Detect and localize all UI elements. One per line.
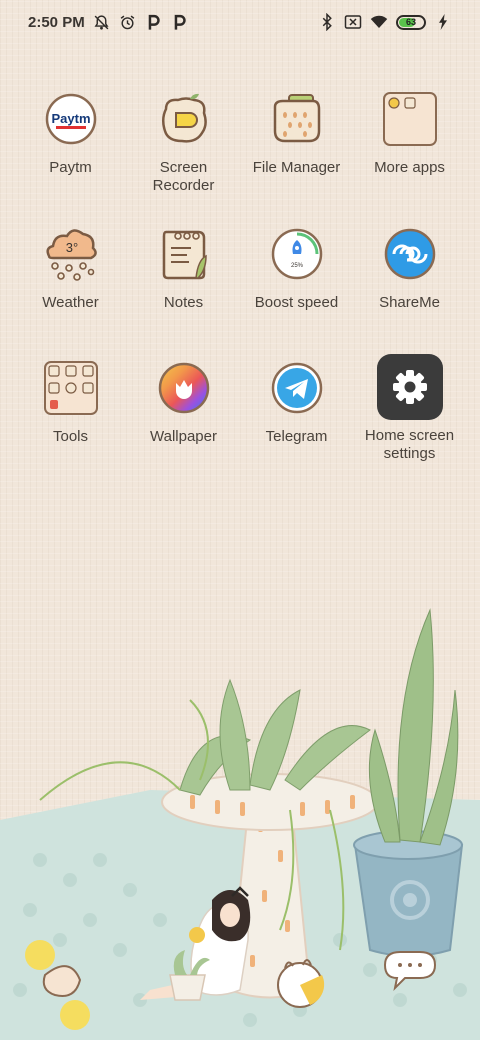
app-label: File Manager [252,159,341,176]
app-weather[interactable]: 3° Weather [14,224,127,312]
app-label: Wallpaper [150,428,217,445]
paytm-notification-icon [145,13,163,31]
app-telegram[interactable]: Telegram [240,358,353,446]
app-label: Tools [52,428,89,445]
battery-level: 63 [405,17,416,27]
status-time: 2:50 PM [28,13,85,31]
boost-speed-icon: 25% [267,224,327,284]
tools-folder-icon [41,358,101,418]
screen-recorder-icon [154,89,214,149]
app-label: Boost speed [254,294,339,311]
app-notes[interactable]: Notes [127,224,240,312]
wallpaper-icon [154,358,214,418]
notes-icon [154,224,214,284]
app-label: Screen Recorder [152,159,215,194]
app-label: Notes [163,294,204,311]
app-boost-speed[interactable]: 25% Boost speed [240,224,353,312]
app-screen-recorder[interactable]: Screen Recorder [127,89,240,195]
wifi-icon [370,13,388,31]
notifications-muted-icon [93,13,111,31]
telegram-icon [267,358,327,418]
battery-indicator: 63 [396,14,426,30]
paytm-notification-icon-2 [171,13,189,31]
bluetooth-icon [318,13,336,31]
app-home-screen-settings[interactable]: Home screen settings [353,352,466,463]
weather-icon: 3° [41,224,101,284]
app-paytm[interactable]: Paytm Paytm [14,89,127,177]
shareme-icon [380,224,440,284]
settings-gear-icon [375,352,445,422]
app-label: More apps [374,159,445,176]
app-wallpaper[interactable]: Wallpaper [127,358,240,446]
svg-text:3°: 3° [65,240,77,255]
no-sim-icon [344,13,362,31]
app-tools-folder[interactable]: Tools [14,358,127,446]
app-label: Weather [42,294,99,311]
wallpaper-illustration [0,608,480,1040]
app-file-manager[interactable]: File Manager [240,89,353,177]
file-manager-icon [267,89,327,149]
svg-text:Paytm: Paytm [51,111,90,126]
paytm-icon: Paytm [41,89,101,149]
app-label: Home screen settings [364,427,455,462]
charging-icon [434,13,452,31]
app-label: ShareMe [379,294,440,311]
app-label: Telegram [265,428,328,445]
app-shareme[interactable]: ShareMe [353,224,466,312]
app-label: Paytm [49,159,92,176]
status-bar: 2:50 PM 63 [0,0,480,44]
svg-text:25%: 25% [290,263,303,269]
more-apps-folder-icon [380,89,440,149]
app-drawer-up-arrow-icon[interactable] [229,885,251,899]
alarm-icon [119,13,137,31]
app-more-apps-folder[interactable]: More apps [353,89,466,177]
